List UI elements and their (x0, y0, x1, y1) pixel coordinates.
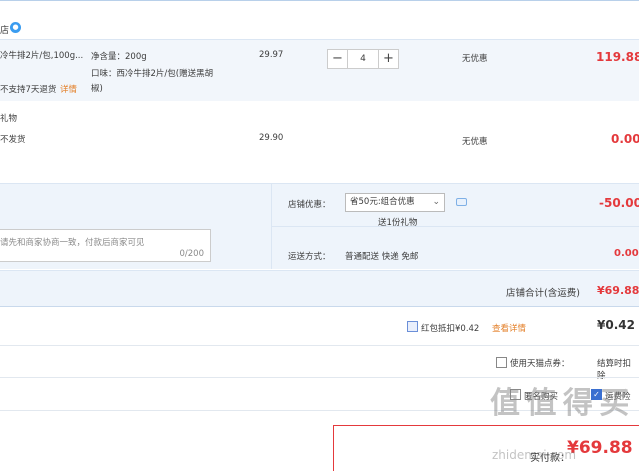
shipping-amount: 0.00 (614, 248, 639, 259)
item-1-title[interactable]: 冷牛排2片/包,100g... (0, 49, 83, 61)
promo-selected-value: 省50元:组合优惠 (350, 197, 415, 207)
shipping-label: 运送方式： (288, 252, 331, 262)
section-divider-horizontal (272, 226, 639, 227)
points-label: 使用天猫点券： (510, 359, 570, 369)
promo-amount: -50.00 (599, 196, 639, 210)
item-1-price: 29.97 (259, 50, 284, 60)
gift-section-label: 礼物 (0, 114, 18, 124)
quantity-stepper[interactable]: − 4 + (327, 49, 399, 69)
chevron-down-icon: ⌄ (432, 197, 440, 207)
row-divider (0, 345, 639, 346)
item-1-discount: 无优惠 (462, 54, 488, 64)
qty-plus-button[interactable]: + (378, 50, 398, 68)
promo-gift-note: 送1份礼物 (378, 218, 418, 228)
site-watermark: 值 值 得 买 zhidemai.com (490, 378, 639, 471)
item-1-subtotal: 119.88 (596, 50, 639, 64)
item-2-title[interactable]: 不发货 (0, 133, 26, 145)
store-header (0, 1, 639, 39)
cart-item-2 (0, 101, 639, 181)
item-2-discount: 无优惠 (462, 137, 488, 147)
message-placeholder: 请先和商家协商一致，付款后商家可见 (0, 238, 145, 248)
message-counter: 0/200 (179, 249, 205, 259)
message-to-seller-field[interactable]: 请先和商家协商一致，付款后商家可见 0/200 (0, 229, 211, 262)
shipping-method[interactable]: 普通配送 快递 免邮 (345, 250, 418, 262)
store-name[interactable]: 店 (0, 23, 9, 36)
promo-select[interactable]: 省50元:组合优惠 ⌄ (345, 193, 445, 212)
qty-minus-button[interactable]: − (328, 50, 348, 68)
store-total-label: 店铺合计(含运费) (506, 288, 580, 299)
qty-input[interactable]: 4 (348, 50, 378, 68)
watermark-url: zhidemai.com (492, 448, 577, 462)
item-1-spec-weight: 净含量：200g (91, 52, 147, 62)
redpacket-checkbox[interactable] (407, 321, 418, 332)
points-checkbox[interactable] (496, 357, 507, 368)
store-total-amount: ¥69.88 (597, 284, 639, 297)
item-2-subtotal: 0.00 (611, 132, 639, 146)
redpacket-detail-link[interactable]: 查看详情 (492, 322, 526, 334)
item-1-spec-flavor-cont: 椒) (91, 84, 103, 94)
item-1-return-policy: 不支持7天退货 (0, 85, 57, 95)
promo-label: 店铺优惠： (288, 200, 331, 210)
redpacket-label: 红包抵扣¥0.42 (421, 324, 480, 334)
redpacket-amount: ¥0.42 (597, 318, 635, 332)
item-1-detail-link[interactable]: 详情 (60, 83, 77, 95)
item-1-spec-flavor: 口味：西冷牛排2片/包(赠送黑胡 (91, 69, 214, 79)
watermark-glyphs: 值 值 得 买 (490, 386, 629, 421)
comment-bubble-icon[interactable] (456, 198, 467, 206)
item-2-price: 29.90 (259, 133, 284, 143)
wangwang-chat-icon[interactable]: ● (10, 22, 21, 33)
